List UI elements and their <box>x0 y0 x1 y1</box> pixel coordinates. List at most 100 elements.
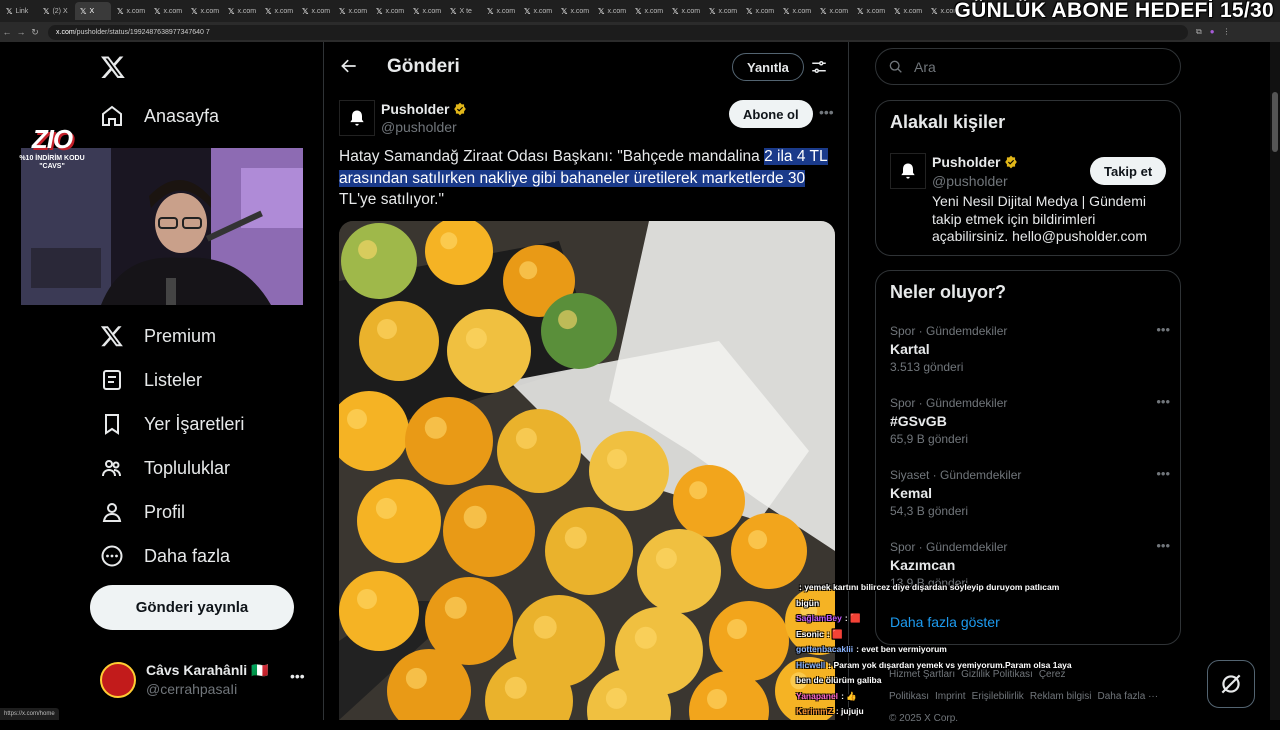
bell-icon <box>347 108 367 128</box>
trend-item[interactable]: Siyaset · Gündemdekiler Kemal 54,3 B gön… <box>890 468 1170 528</box>
mandarin-highlight <box>376 498 397 519</box>
mandarin-shape <box>359 301 439 381</box>
reply-button[interactable]: Yanıtla <box>732 53 804 81</box>
browser-tab[interactable]: 𝕏x.com <box>334 2 370 20</box>
more-options-icon[interactable]: ••• <box>290 668 305 684</box>
trend-more-icon[interactable]: ••• <box>1156 538 1170 553</box>
browser-tab[interactable]: 𝕏x.com <box>408 2 444 20</box>
related-handle: @pusholder <box>932 173 1008 189</box>
extensions-icon[interactable]: ⧉ <box>1196 27 1202 37</box>
browser-tab[interactable]: 𝕏x.com <box>260 2 296 20</box>
mandarin-highlight <box>656 548 677 569</box>
mandarin-shape <box>447 309 531 393</box>
chat-text: : yemek kartını bilircez diye dışardan s… <box>796 582 1059 608</box>
mandarin-highlight <box>425 417 447 439</box>
browser-tab[interactable]: 𝕏x.com <box>593 2 629 20</box>
post-more-icon[interactable]: ••• <box>819 104 834 120</box>
browser-tab[interactable]: 𝕏x.com <box>297 2 333 20</box>
mandarin-highlight <box>689 481 707 499</box>
nav-home[interactable]: Anasayfa <box>100 101 219 131</box>
page-scrollbar[interactable] <box>1270 42 1280 720</box>
nav-more[interactable]: Daha fazla <box>100 541 230 571</box>
browser-tab[interactable]: 𝕏x.com <box>778 2 814 20</box>
browser-tab[interactable]: 𝕏Link <box>1 2 37 20</box>
chat-message: SağlamBey: 🟥 <box>796 611 1076 627</box>
trend-more-icon[interactable]: ••• <box>1156 466 1170 481</box>
browser-tab[interactable]: 𝕏x.com <box>556 2 592 20</box>
nav-bookmarks[interactable]: Yer İşaretleri <box>100 409 244 439</box>
communities-icon <box>100 456 124 480</box>
account-switcher[interactable]: Câvs Karahânli 🇮🇹 @cerrahpasaIi ••• <box>100 660 310 700</box>
browser-tab[interactable]: 𝕏x.com <box>815 2 851 20</box>
browser-tab[interactable]: 𝕏x.com <box>112 2 148 20</box>
mandarin-shape <box>731 513 807 589</box>
search-box[interactable] <box>875 48 1181 85</box>
back-nav-icon[interactable]: ← <box>0 27 14 37</box>
browser-tab[interactable]: 𝕏X te <box>445 2 481 20</box>
browser-tab[interactable]: 𝕏X <box>75 2 111 20</box>
nav-profile[interactable]: Profil <box>100 497 185 527</box>
profile-icon[interactable]: ● <box>1210 27 1215 37</box>
sliders-icon[interactable] <box>810 58 828 76</box>
nav-premium[interactable]: Premium <box>100 321 216 351</box>
mandarin-highlight <box>406 668 427 689</box>
tab-label: x.com <box>348 8 367 15</box>
browser-tab[interactable]: 𝕏x.com <box>741 2 777 20</box>
related-avatar[interactable] <box>890 153 926 189</box>
mandarin-shape <box>405 397 493 485</box>
browser-tab[interactable]: 𝕏x.com <box>889 2 925 20</box>
follow-button[interactable]: Takip et <box>1090 157 1166 185</box>
browser-tab[interactable]: 𝕏(2) X <box>38 2 74 20</box>
author-avatar[interactable] <box>339 100 375 136</box>
tab-favicon-icon: 𝕏 <box>339 7 345 16</box>
trend-more-icon[interactable]: ••• <box>1156 394 1170 409</box>
trend-item[interactable]: Spor · Gündemdekiler Kartal 3.513 gönder… <box>890 324 1170 384</box>
trend-item[interactable]: Spor · Gündemdekiler #GSvGB 65,9 B gönde… <box>890 396 1170 456</box>
browser-tab[interactable]: 𝕏x.com <box>704 2 740 20</box>
search-input[interactable] <box>914 59 1154 75</box>
back-arrow-icon[interactable] <box>339 56 359 76</box>
mandarin-shape <box>541 293 617 369</box>
tab-label: x.com <box>681 8 700 15</box>
forward-nav-icon[interactable]: → <box>14 27 28 37</box>
url-domain: x.com <box>56 29 75 36</box>
grok-button[interactable] <box>1207 660 1255 708</box>
tab-favicon-icon: 𝕏 <box>561 7 567 16</box>
nav-lists[interactable]: Listeler <box>100 365 202 395</box>
browser-tab[interactable]: 𝕏x.com <box>149 2 185 20</box>
author-name[interactable]: Pusholder <box>381 101 467 117</box>
nav-communities-label: Topluluklar <box>144 458 230 479</box>
mandarin-shape <box>709 601 789 681</box>
tab-label: x.com <box>607 8 626 15</box>
browser-tab[interactable]: 𝕏x.com <box>223 2 259 20</box>
trends-title: Neler oluyor? <box>890 282 1006 303</box>
x-logo-icon[interactable] <box>100 54 126 80</box>
browser-tab[interactable]: 𝕏x.com <box>186 2 222 20</box>
tab-label: x.com <box>163 8 182 15</box>
browser-tab[interactable]: 𝕏x.com <box>519 2 555 20</box>
related-name[interactable]: Pusholder <box>932 154 1018 170</box>
browser-tab[interactable]: 𝕏x.com <box>371 2 407 20</box>
nav-profile-label: Profil <box>144 502 185 523</box>
footer-link[interactable]: Daha fazla ··· <box>1098 691 1159 702</box>
trend-more-icon[interactable]: ••• <box>1156 322 1170 337</box>
premium-x-icon <box>100 324 124 348</box>
subscribe-button[interactable]: Abone ol <box>729 100 813 128</box>
scroll-thumb[interactable] <box>1272 92 1278 152</box>
avatar <box>100 662 136 698</box>
tab-favicon-icon: 𝕏 <box>265 7 271 16</box>
browser-tab[interactable]: 𝕏x.com <box>482 2 518 20</box>
nav-communities[interactable]: Topluluklar <box>100 453 230 483</box>
reload-icon[interactable]: ↻ <box>28 27 42 38</box>
post-button[interactable]: Gönderi yayınla <box>90 585 294 630</box>
mandarin-highlight <box>347 409 367 429</box>
subscriber-goal-overlay: GÜNLÜK ABONE HEDEFİ 15/30 <box>955 0 1274 23</box>
browser-tab[interactable]: 𝕏x.com <box>667 2 703 20</box>
browser-tab[interactable]: 𝕏x.com <box>852 2 888 20</box>
post-image-mandarins[interactable] <box>339 221 835 720</box>
tab-label: x.com <box>200 8 219 15</box>
tab-label: x.com <box>311 8 330 15</box>
browser-tab[interactable]: 𝕏x.com <box>630 2 666 20</box>
url-field[interactable]: x.com/pusholder/status/19924876389773476… <box>48 25 1188 40</box>
menu-icon[interactable]: ⋮ <box>1223 27 1231 37</box>
